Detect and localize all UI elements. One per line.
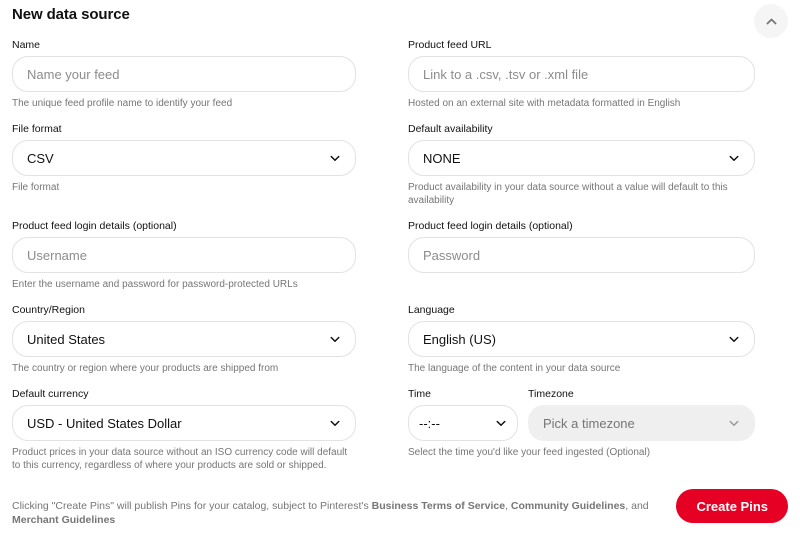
feed-password-input-wrapper[interactable]	[408, 237, 755, 273]
field-feed-password: Product feed login details (optional)	[408, 219, 755, 291]
feed-password-input[interactable]	[423, 238, 740, 272]
field-label-name: Name	[12, 39, 41, 51]
feed-username-input-wrapper[interactable]	[12, 237, 356, 273]
form-row-name-url: Name The unique feed profile name to ide…	[0, 38, 800, 110]
language-value: English (US)	[423, 331, 496, 347]
chevron-down-icon	[496, 420, 506, 426]
field-time: Time --:--	[408, 387, 518, 441]
field-file-format: File format CSV File format	[12, 122, 356, 194]
form-row-currency-time: Default currency USD - United States Dol…	[0, 387, 800, 472]
default-currency-select[interactable]: USD - United States Dollar	[12, 405, 356, 441]
time-timezone-group: Time --:-- Timezone Pick a timezone	[408, 387, 755, 441]
country-region-value: United States	[27, 331, 106, 347]
field-default-currency: Default currency USD - United States Dol…	[12, 387, 356, 472]
form-row-country-language: Country/Region United States The country…	[0, 303, 800, 375]
chevron-down-icon	[729, 155, 739, 161]
business-terms-of-service-link[interactable]: Business Terms of Service	[372, 500, 505, 512]
field-helper-feed-username: Enter the username and password for pass…	[12, 279, 298, 290]
field-language: Language English (US) The language of th…	[408, 303, 755, 375]
form-row-format-availability: File format CSV File format Default avai…	[0, 122, 800, 207]
legal-disclaimer: Clicking "Create Pins" will publish Pins…	[12, 499, 692, 527]
field-default-availability: Default availability NONE Product availa…	[408, 122, 755, 207]
chevron-down-icon	[330, 336, 340, 342]
field-label-country-region: Country/Region	[12, 304, 85, 316]
timezone-select[interactable]: Pick a timezone	[528, 405, 755, 441]
chevron-down-icon	[330, 420, 340, 426]
field-name: Name The unique feed profile name to ide…	[12, 38, 356, 110]
field-helper-name: The unique feed profile name to identify…	[12, 98, 233, 109]
new-data-source-panel: New data source Name The unique feed pro…	[0, 0, 800, 536]
language-select[interactable]: English (US)	[408, 321, 755, 357]
data-source-form: Name The unique feed profile name to ide…	[0, 38, 800, 472]
field-feed-username: Product feed login details (optional) En…	[12, 219, 356, 291]
country-region-select[interactable]: United States	[12, 321, 356, 357]
merchant-guidelines-link[interactable]: Merchant Guidelines	[12, 514, 115, 526]
field-helper-time: Select the time you'd like your feed ing…	[408, 447, 651, 458]
legal-prefix-text: Clicking "Create Pins" will publish Pins…	[12, 500, 372, 512]
field-label-feed-password: Product feed login details (optional)	[408, 220, 573, 232]
chevron-down-icon	[729, 420, 739, 426]
field-helper-file-format: File format	[12, 182, 60, 193]
field-label-feed-username: Product feed login details (optional)	[12, 220, 177, 232]
file-format-select[interactable]: CSV	[12, 140, 356, 176]
field-helper-default-availability: Product availability in your data source…	[408, 182, 728, 206]
chevron-down-icon	[729, 336, 739, 342]
product-feed-url-input[interactable]	[423, 57, 740, 91]
chevron-up-icon	[766, 18, 776, 24]
timezone-value: Pick a timezone	[543, 415, 635, 431]
collapse-panel-button[interactable]	[754, 4, 788, 38]
community-guidelines-link[interactable]: Community Guidelines	[511, 500, 625, 512]
page-title: New data source	[12, 6, 130, 23]
default-availability-select[interactable]: NONE	[408, 140, 755, 176]
form-row-login-details: Product feed login details (optional) En…	[0, 219, 800, 291]
field-label-default-availability: Default availability	[408, 123, 493, 135]
field-product-feed-url: Product feed URL Hosted on an external s…	[408, 38, 755, 110]
field-label-time: Time	[408, 388, 431, 400]
field-label-file-format: File format	[12, 123, 62, 135]
file-format-value: CSV	[27, 150, 54, 166]
field-helper-default-currency: Product prices in your data source witho…	[12, 447, 348, 471]
field-country-region: Country/Region United States The country…	[12, 303, 356, 375]
name-input[interactable]	[27, 57, 341, 91]
default-currency-value: USD - United States Dollar	[27, 415, 182, 431]
field-helper-language: The language of the content in your data…	[408, 363, 621, 374]
default-availability-value: NONE	[423, 150, 461, 166]
field-helper-country-region: The country or region where your product…	[12, 363, 279, 374]
time-select[interactable]: --:--	[408, 405, 518, 441]
field-label-language: Language	[408, 304, 455, 316]
field-label-default-currency: Default currency	[12, 388, 89, 400]
field-helper-product-feed-url: Hosted on an external site with metadata…	[408, 98, 681, 109]
panel-footer: Clicking "Create Pins" will publish Pins…	[0, 484, 800, 528]
legal-separator-2: , and	[625, 500, 649, 512]
name-input-wrapper[interactable]	[12, 56, 356, 92]
field-label-timezone: Timezone	[528, 388, 574, 400]
field-timezone: Timezone Pick a timezone	[528, 387, 755, 441]
create-pins-button[interactable]: Create Pins	[676, 489, 788, 523]
time-value: --:--	[419, 415, 440, 431]
feed-username-input[interactable]	[27, 238, 341, 272]
chevron-down-icon	[330, 155, 340, 161]
field-label-product-feed-url: Product feed URL	[408, 39, 492, 51]
product-feed-url-input-wrapper[interactable]	[408, 56, 755, 92]
